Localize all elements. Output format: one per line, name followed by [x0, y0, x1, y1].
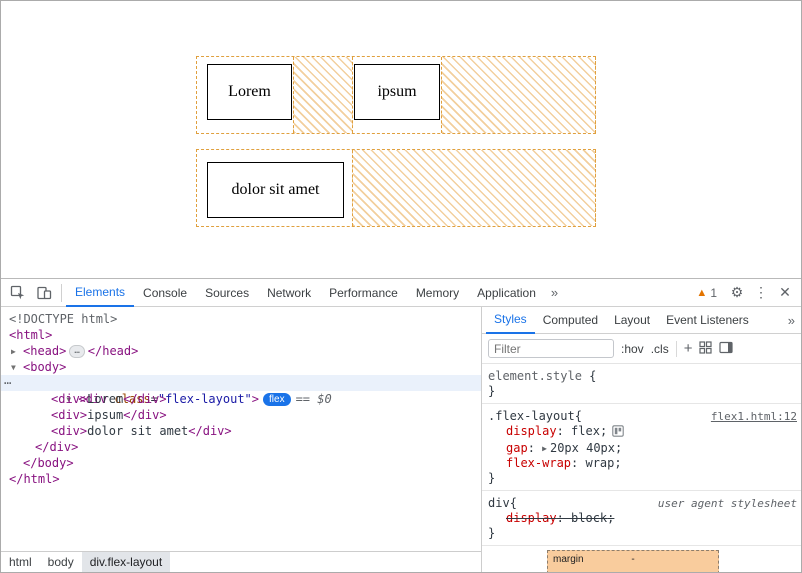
- breadcrumb-html[interactable]: html: [1, 552, 40, 573]
- settings-gear-icon[interactable]: ⚙: [725, 280, 749, 306]
- dom-node-html-open[interactable]: <html>: [1, 327, 481, 343]
- css-property-flex-wrap[interactable]: flex-wrap: wrap;: [488, 456, 799, 471]
- styles-tab-bar: Styles Computed Layout Event Listeners »: [482, 307, 802, 334]
- flex-layout-rule[interactable]: .flex-layout { flex1.html:12 display: fl…: [482, 404, 802, 491]
- toggle-element-state-button[interactable]: :hov: [621, 342, 644, 356]
- tab-layout[interactable]: Layout: [606, 307, 658, 334]
- dom-node-html-close[interactable]: </html>: [1, 471, 481, 487]
- margin-label: margin: [553, 554, 584, 565]
- tab-sources[interactable]: Sources: [196, 279, 258, 307]
- tab-console[interactable]: Console: [134, 279, 196, 307]
- shorthand-expander-icon[interactable]: ▶: [542, 444, 547, 453]
- expand-ellipsis-button[interactable]: …: [69, 345, 84, 358]
- flex-item-ipsum: ipsum: [354, 64, 440, 120]
- dom-node-child[interactable]: <div>dolor sit amet</div>: [1, 423, 481, 439]
- kebab-menu-icon[interactable]: ⋮: [749, 280, 773, 306]
- devtools-toolbar: Elements Console Sources Network Perform…: [1, 278, 801, 307]
- flex-overlay-row2: dolor sit amet: [196, 149, 596, 227]
- chevron-down-icon[interactable]: ▼: [11, 360, 23, 376]
- browser-window: Lorem ipsum dolor sit amet Elements Cons…: [0, 0, 802, 573]
- warning-count: 1: [710, 286, 717, 300]
- toolbar-right-group: ▲ 1 ⚙ ⋮ ✕: [696, 280, 801, 306]
- tab-event-listeners[interactable]: Event Listeners: [658, 307, 757, 334]
- close-devtools-icon[interactable]: ✕: [773, 280, 797, 306]
- styles-toolbar: :hov .cls +: [482, 334, 802, 364]
- tab-computed[interactable]: Computed: [535, 307, 606, 334]
- tab-performance[interactable]: Performance: [320, 279, 407, 307]
- box-model-margin: margin -: [547, 550, 719, 573]
- css-property-gap[interactable]: gap: ▶20px 40px;: [488, 441, 799, 456]
- new-style-rule-button[interactable]: +: [684, 341, 693, 356]
- margin-top-value[interactable]: -: [631, 554, 634, 565]
- flex-freespace-hatch: [352, 150, 596, 226]
- dom-node-head[interactable]: ▶<head>…</head>: [1, 343, 481, 359]
- stylesheet-source-link[interactable]: flex1.html:12: [711, 409, 799, 424]
- dom-node-doctype[interactable]: <!DOCTYPE html>: [1, 311, 481, 327]
- inspect-element-icon[interactable]: [5, 280, 31, 306]
- grid-badges-icon[interactable]: [699, 341, 712, 357]
- dom-node-body-close[interactable]: </body>: [1, 455, 481, 471]
- warning-icon: ▲: [696, 287, 707, 299]
- page-viewport: Lorem ipsum dolor sit amet: [1, 1, 801, 278]
- user-agent-stylesheet-label: user agent stylesheet: [658, 496, 799, 511]
- more-sidebar-tabs-icon[interactable]: »: [780, 307, 802, 334]
- more-panels-icon[interactable]: »: [545, 279, 564, 307]
- node-menu-dots-icon[interactable]: ⋯: [4, 375, 10, 391]
- toolbar-divider: [676, 341, 677, 357]
- tab-network[interactable]: Network: [258, 279, 320, 307]
- chevron-right-icon[interactable]: ▶: [11, 344, 23, 360]
- device-toolbar-icon[interactable]: [31, 280, 57, 306]
- styles-filter-input[interactable]: [488, 339, 614, 358]
- breadcrumb: html body div.flex-layout: [1, 551, 481, 573]
- flex-item-label: Lorem: [228, 83, 271, 101]
- rule-selector: div: [488, 496, 510, 511]
- tab-styles[interactable]: Styles: [486, 307, 535, 334]
- css-property-display[interactable]: display: flex;: [488, 424, 799, 441]
- breadcrumb-div-flex-layout[interactable]: div.flex-layout: [82, 552, 170, 573]
- elements-dom-tree: <!DOCTYPE html> <html> ▶<head>…</head> ▼…: [1, 307, 481, 551]
- flex-item-lorem: Lorem: [207, 64, 292, 120]
- styles-sidebar: Styles Computed Layout Event Listeners »…: [481, 307, 802, 573]
- sidebar-toggle-icon[interactable]: [719, 341, 733, 357]
- tab-application[interactable]: Application: [468, 279, 545, 307]
- element-style-rule[interactable]: element.style { }: [482, 364, 802, 404]
- rule-selector: .flex-layout: [488, 409, 575, 424]
- flex-editor-icon[interactable]: [612, 425, 624, 441]
- dom-node-div-close[interactable]: </div>: [1, 439, 481, 455]
- add-class-button[interactable]: .cls: [651, 342, 669, 356]
- dom-node-flex-layout-div[interactable]: ⋯▼<div class="flex-layout">flex== $0: [1, 375, 481, 391]
- user-agent-div-rule[interactable]: div { user agent stylesheet display: blo…: [482, 491, 802, 546]
- flex-overlay-row1: Lorem ipsum: [196, 56, 596, 134]
- styles-rule-list: element.style { } .flex-layout { flex1.h…: [482, 364, 802, 546]
- breadcrumb-body[interactable]: body: [40, 552, 82, 573]
- tab-memory[interactable]: Memory: [407, 279, 468, 307]
- dom-node-body-open[interactable]: ▼<body>: [1, 359, 481, 375]
- flex-item-label: dolor sit amet: [232, 181, 320, 199]
- dom-node-child[interactable]: <div>Lorem</div>: [1, 391, 481, 407]
- tab-elements[interactable]: Elements: [66, 279, 134, 307]
- toolbar-divider: [61, 284, 62, 302]
- flex-item-label: ipsum: [377, 83, 416, 101]
- console-warning-indicator[interactable]: ▲ 1: [696, 286, 717, 300]
- flex-gap-hatch: [293, 57, 353, 133]
- flex-freespace-hatch: [441, 57, 596, 133]
- dom-node-child[interactable]: <div>ipsum</div>: [1, 407, 481, 423]
- css-property-display-overridden[interactable]: display: block;: [488, 511, 799, 526]
- flex-item-dolor: dolor sit amet: [207, 162, 344, 218]
